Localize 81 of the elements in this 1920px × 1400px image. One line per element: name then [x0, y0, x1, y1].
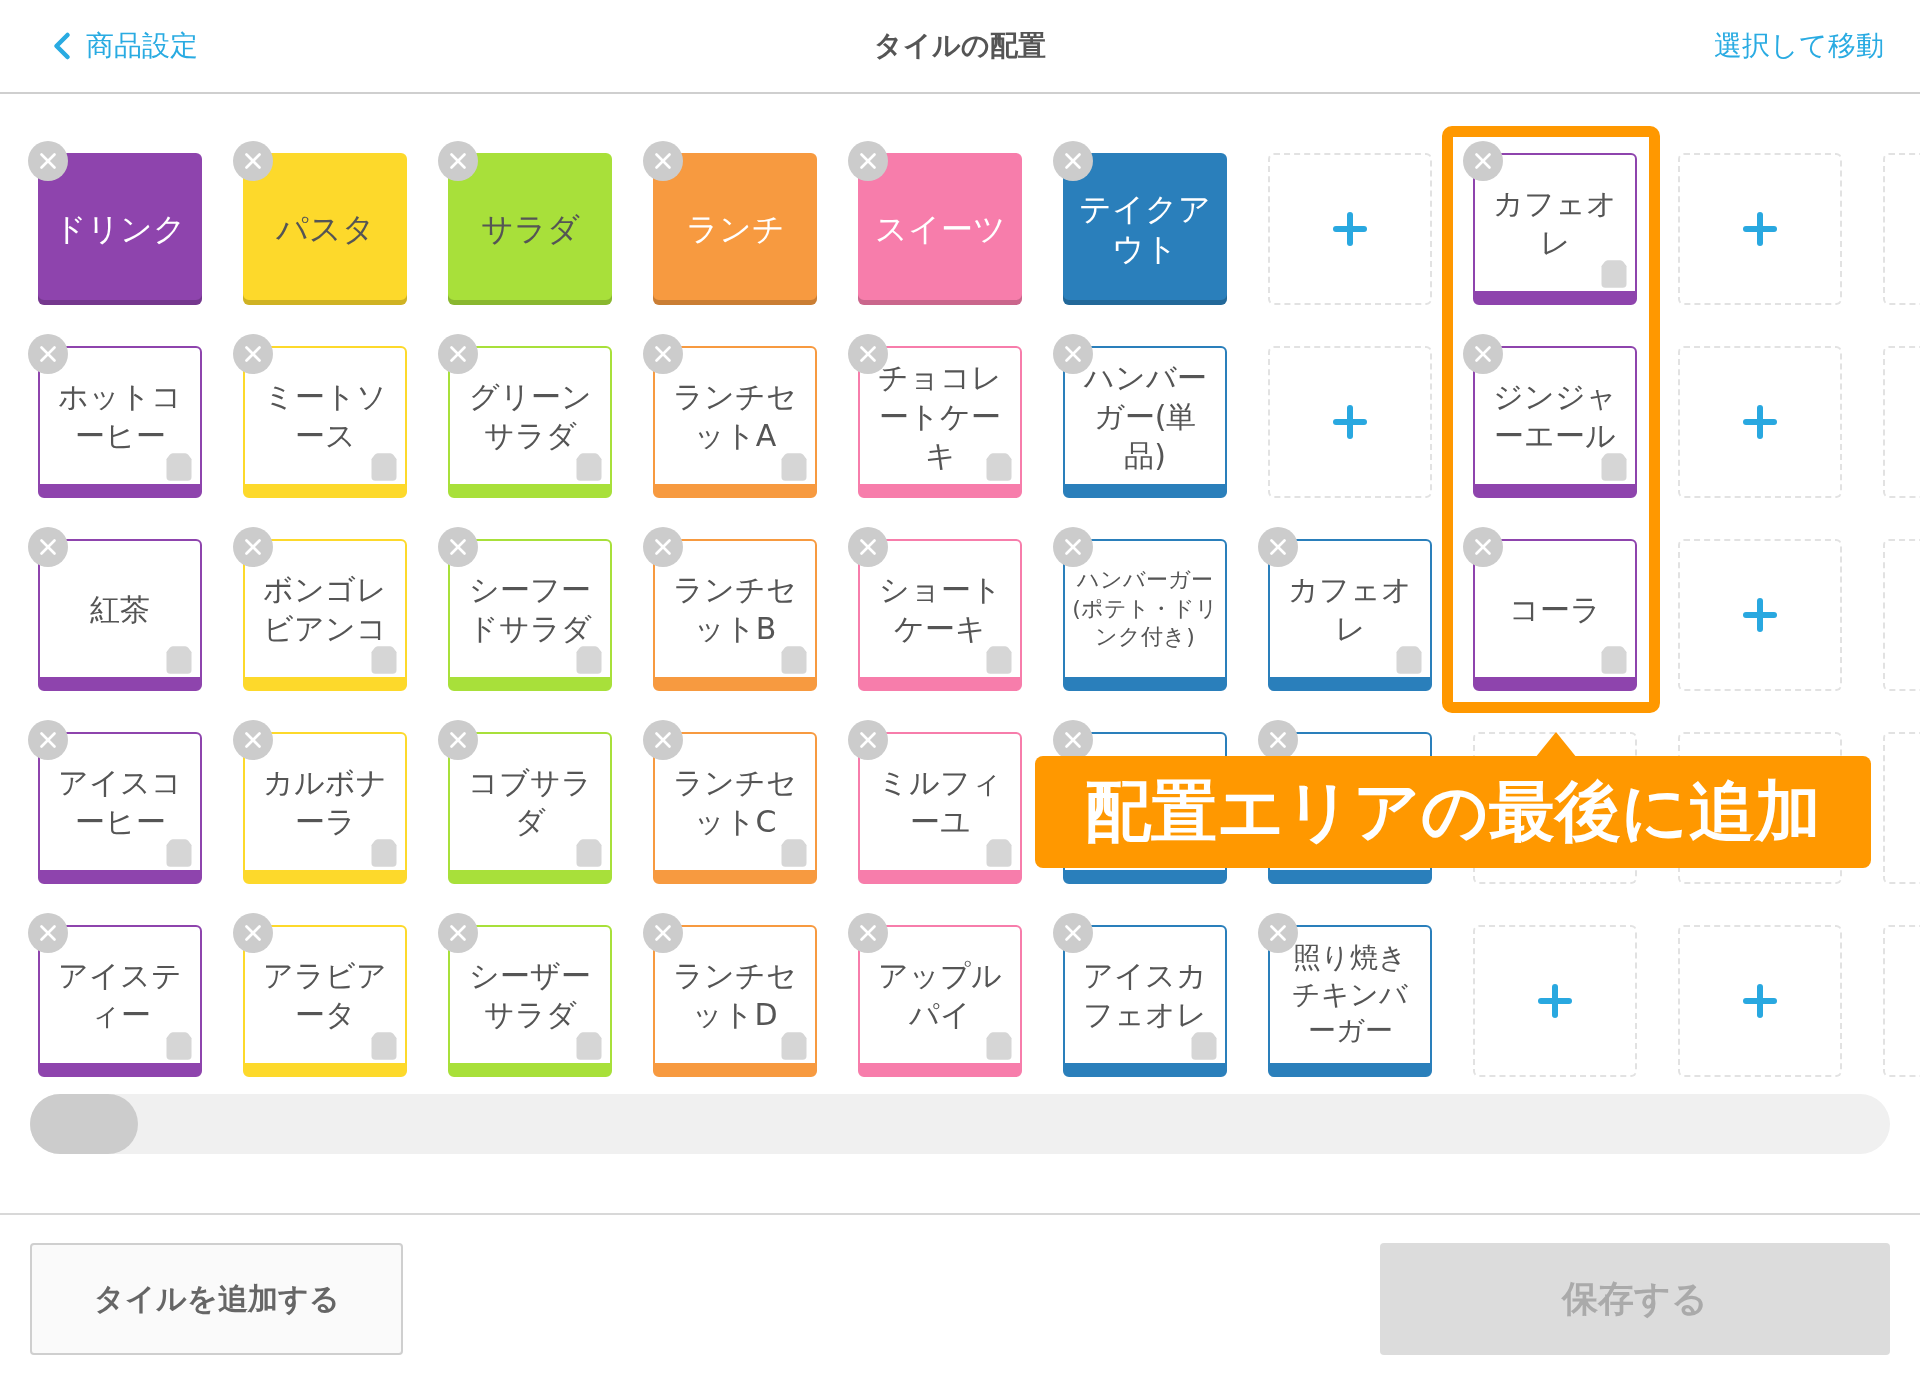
product-tile[interactable]: アイスコーヒー [38, 732, 202, 884]
category-tile[interactable]: テイクアウト [1063, 153, 1227, 305]
tile-label: 紅茶 [89, 590, 151, 629]
add-tile-button[interactable]: タイルを追加する [30, 1243, 403, 1355]
scrollbar-thumb[interactable] [30, 1094, 138, 1154]
product-tile[interactable]: コーラ [1473, 539, 1637, 691]
tile-label: ボンゴレビアンコ [262, 571, 388, 648]
scrollbar-track[interactable] [30, 1094, 1890, 1154]
tile-label: チョコレートケーキ [877, 358, 1003, 475]
tile-label: ミートソース [262, 378, 388, 455]
add-tile-button[interactable] [1678, 346, 1842, 498]
product-tile[interactable]: ミルフィーユ [858, 732, 1022, 884]
tile-label: カフェオレ [1287, 571, 1413, 648]
category-label: テイクアウト [1078, 189, 1212, 269]
add-tile-button[interactable] [1678, 539, 1842, 691]
category-tile[interactable]: パスタ [243, 153, 407, 305]
product-tile[interactable]: ランチセットB [653, 539, 817, 691]
tile-label: コブサラダ [467, 764, 593, 841]
callout-tooltip: 配置エリアの最後に追加 [1035, 756, 1871, 868]
product-tile[interactable]: グリーンサラダ [448, 346, 612, 498]
tile-label: ジンジャーエール [1492, 378, 1618, 455]
tile-label: 照り焼きチキンバーガー [1291, 940, 1409, 1050]
tile-label: ミルフィーユ [877, 764, 1003, 841]
tile-label: ランチセットC [672, 764, 798, 841]
tile-label: シーザーサラダ [468, 957, 592, 1034]
add-tile-button[interactable] [1268, 346, 1432, 498]
product-tile[interactable]: ランチセットC [653, 732, 817, 884]
product-tile[interactable]: アイスカフェオレ [1063, 925, 1227, 1077]
category-label: ランチ [684, 209, 786, 249]
product-tile[interactable]: 照り焼きチキンバーガー [1268, 925, 1432, 1077]
add-tile-button[interactable] [1268, 153, 1432, 305]
tile-label: アップルパイ [877, 957, 1003, 1034]
product-tile[interactable]: カルボナーラ [243, 732, 407, 884]
tile-label: アイスコーヒー [57, 764, 183, 841]
tile-label: ショートケーキ [877, 571, 1003, 648]
close-button[interactable] [848, 141, 888, 181]
product-tile[interactable]: チョコレートケーキ [858, 346, 1022, 498]
tile-label: カルボナーラ [262, 764, 388, 841]
category-label: サラダ [479, 209, 581, 249]
tile-label: コーラ [1508, 590, 1602, 629]
product-tile[interactable]: ボンゴレビアンコ [243, 539, 407, 691]
category-label: パスタ [274, 209, 376, 249]
category-tile[interactable]: サラダ [448, 153, 612, 305]
add-tile-button[interactable] [1678, 153, 1842, 305]
category-tile[interactable]: ドリンク [38, 153, 202, 305]
add-tile-button[interactable] [1473, 925, 1637, 1077]
product-tile[interactable]: ハンバーガー(ポテト・ドリンク付き) [1063, 539, 1227, 691]
product-tile[interactable]: シーザーサラダ [448, 925, 612, 1077]
product-tile[interactable]: ショートケーキ [858, 539, 1022, 691]
add-tile-button[interactable] [1678, 925, 1842, 1077]
page-title: タイルの配置 [874, 28, 1046, 64]
tile-label: ハンバーガー(単品) [1082, 358, 1208, 475]
product-tile[interactable]: カフェオレ [1473, 153, 1637, 305]
product-tile[interactable]: ジンジャーエール [1473, 346, 1637, 498]
tile-label: ハンバーガー(ポテト・ドリンク付き) [1071, 566, 1219, 652]
tile-label: ランチセットA [672, 378, 798, 455]
tile-label: アラビアータ [262, 957, 388, 1034]
product-tile[interactable]: ミートソース [243, 346, 407, 498]
close-button[interactable] [28, 141, 68, 181]
product-tile[interactable]: アップルパイ [858, 925, 1022, 1077]
product-tile[interactable]: ランチセットD [653, 925, 817, 1077]
tile-label: アイスカフェオレ [1082, 957, 1208, 1034]
product-tile[interactable]: コブサラダ [448, 732, 612, 884]
tile-label: ランチセットB [672, 571, 798, 648]
category-label: ドリンク [53, 209, 187, 249]
category-label: スイーツ [873, 209, 1007, 249]
tile-label: カフェオレ [1492, 185, 1618, 262]
product-tile[interactable]: ホットコーヒー [38, 346, 202, 498]
product-tile[interactable]: ハンバーガー(単品) [1063, 346, 1227, 498]
product-tile[interactable]: カフェオレ [1268, 539, 1432, 691]
product-tile[interactable]: ランチセットA [653, 346, 817, 498]
product-tile[interactable]: 紅茶 [38, 539, 202, 691]
tile-label: グリーンサラダ [467, 378, 593, 455]
tile-label: シーフードサラダ [467, 571, 593, 648]
close-button[interactable] [1053, 141, 1093, 181]
tile-label: アイスティー [57, 957, 183, 1034]
tile-label: ランチセットD [672, 957, 798, 1034]
tile-label: ホットコーヒー [57, 378, 183, 455]
product-tile[interactable]: アラビアータ [243, 925, 407, 1077]
product-tile[interactable]: シーフードサラダ [448, 539, 612, 691]
product-tile[interactable]: アイスティー [38, 925, 202, 1077]
